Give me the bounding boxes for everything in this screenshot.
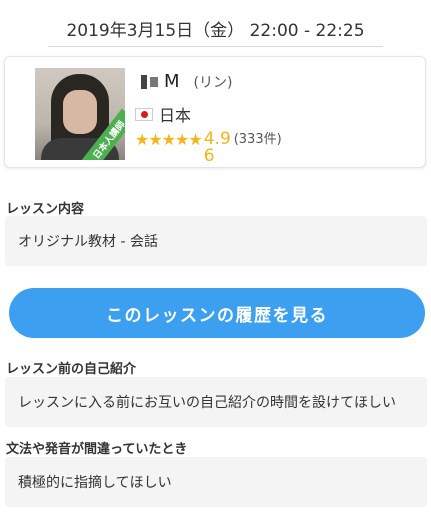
header-divider: [48, 46, 383, 47]
star-icon: ★★★★★: [135, 130, 203, 149]
teacher-name-reading: (リン): [193, 74, 233, 91]
teacher-avatar[interactable]: 日本人講師: [35, 68, 125, 160]
teacher-card[interactable]: 日本人講師 M (リン) 日本 ★★★★★ 4.96 (333件): [4, 56, 426, 168]
rating-value: 4.96: [203, 129, 231, 166]
mistakes-value: 積極的に指摘してほしい: [5, 457, 427, 507]
teacher-country: 日本: [159, 106, 192, 125]
self-intro-label: レッスン前の自己紹介: [6, 362, 137, 377]
view-lesson-history-button[interactable]: このレッスンの履歴を見る: [9, 288, 425, 338]
japan-flag-icon: [135, 107, 153, 121]
lesson-content-value: オリジナル教材 - 会話: [5, 216, 427, 266]
review-count[interactable]: (333件): [234, 131, 282, 149]
teacher-name-row: M (リン): [141, 71, 232, 92]
lesson-content-label: レッスン内容: [6, 202, 85, 217]
mistakes-label: 文法や発音が間違っていたとき: [6, 442, 188, 457]
name-redaction: [141, 74, 147, 89]
lesson-datetime: 2019年3月15日（金） 22:00 - 22:25: [66, 21, 365, 41]
name-redaction: [150, 76, 158, 87]
self-intro-value: レッスンに入る前にお互いの自己紹介の時間を設けてほしい: [5, 377, 427, 427]
teacher-name[interactable]: M: [164, 71, 180, 92]
teacher-rating-row: ★★★★★ 4.96 (333件): [135, 131, 282, 165]
teacher-country-row: 日本: [135, 102, 191, 126]
